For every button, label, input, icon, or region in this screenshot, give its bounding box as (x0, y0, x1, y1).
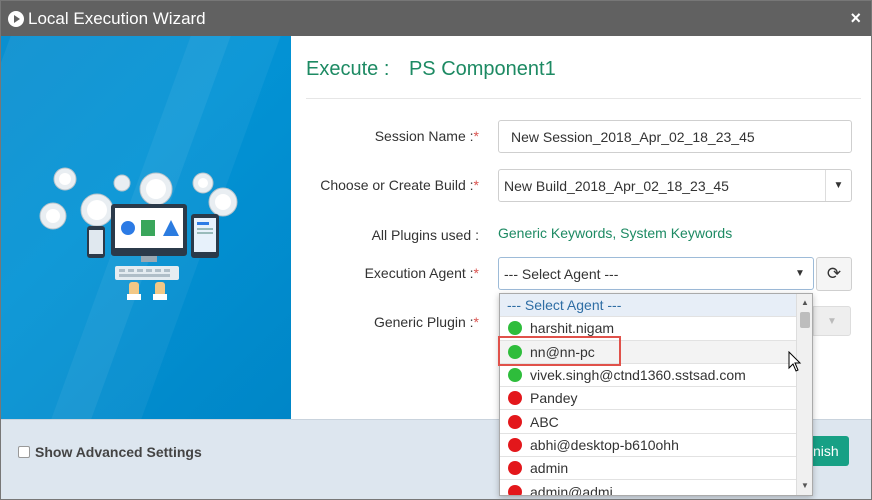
build-select[interactable]: New Build_2018_Apr_02_18_23_45 ▼ (498, 169, 852, 202)
dropdown-option[interactable]: harshit.nigam (500, 317, 797, 341)
component-name: PS Component1 (408, 58, 556, 80)
dialog-title: Local Execution Wizard (28, 8, 206, 28)
caret-down-icon: ▼ (827, 315, 837, 327)
divider (306, 98, 861, 99)
execution-agent-select[interactable]: --- Select Agent --- ▼ (498, 257, 814, 290)
plugins-value: Generic Keywords, System Keywords (498, 225, 733, 241)
dropdown-scrollbar[interactable]: ▲ ▼ (796, 294, 812, 495)
dropdown-option[interactable]: abhi@desktop-b610ohh (500, 434, 797, 458)
execution-agent-label: Execution Agent :* (364, 265, 479, 281)
caret-down-icon: ▼ (825, 170, 851, 201)
dropdown-option[interactable]: Pandey (500, 387, 797, 411)
dropdown-option[interactable]: admin (500, 457, 797, 481)
session-name-input[interactable]: New Session_2018_Apr_02_18_23_45 (498, 120, 852, 153)
refresh-agents-button[interactable]: ⟳ (816, 257, 852, 291)
execute-label: Execute : (306, 58, 390, 80)
session-name-label: Session Name :* (374, 128, 479, 144)
offline-status-icon (508, 461, 522, 476)
advanced-settings-label[interactable]: Show Advanced Settings (35, 444, 202, 460)
build-label: Choose or Create Build :* (320, 177, 479, 193)
refresh-icon: ⟳ (826, 264, 842, 283)
devices-gears-illustration (39, 167, 238, 300)
dropdown-option-placeholder[interactable]: --- Select Agent --- (500, 294, 797, 318)
generic-plugin-select[interactable]: ▼ (813, 306, 851, 336)
online-status-icon (508, 344, 522, 359)
page-title: Execute : PS Component1 (306, 58, 556, 81)
offline-status-icon (508, 414, 522, 429)
caret-down-icon: ▼ (795, 268, 805, 279)
online-status-icon (508, 321, 522, 336)
generic-plugin-label: Generic Plugin :* (373, 314, 479, 330)
hero-illustration-panel (1, 36, 291, 419)
scroll-up-icon[interactable]: ▲ (797, 296, 812, 310)
close-button[interactable]: × (850, 8, 861, 29)
scroll-down-icon[interactable]: ▼ (797, 479, 812, 493)
offline-status-icon (508, 484, 522, 495)
dropdown-option[interactable]: vivek.singh@ctnd1360.sstsad.com (500, 364, 797, 388)
mouse-cursor-icon (788, 351, 802, 372)
advanced-settings-checkbox[interactable] (18, 446, 30, 458)
dialog-titlebar: Local Execution Wizard × (1, 1, 871, 36)
plugins-label: All Plugins used : (371, 227, 479, 243)
dropdown-option[interactable]: ABC (500, 410, 797, 434)
dropdown-option[interactable]: admin@admi (500, 480, 797, 495)
offline-status-icon (508, 437, 522, 452)
online-status-icon (508, 368, 522, 383)
play-circle-icon (8, 10, 24, 27)
agent-dropdown-list: --- Select Agent --- harshit.nigam nn@nn… (499, 293, 813, 496)
dropdown-option[interactable]: nn@nn-pc (500, 340, 797, 364)
scroll-thumb[interactable] (800, 312, 810, 328)
local-execution-wizard-dialog: Local Execution Wizard × Execute: PS Co… (0, 0, 872, 500)
offline-status-icon (508, 391, 522, 406)
